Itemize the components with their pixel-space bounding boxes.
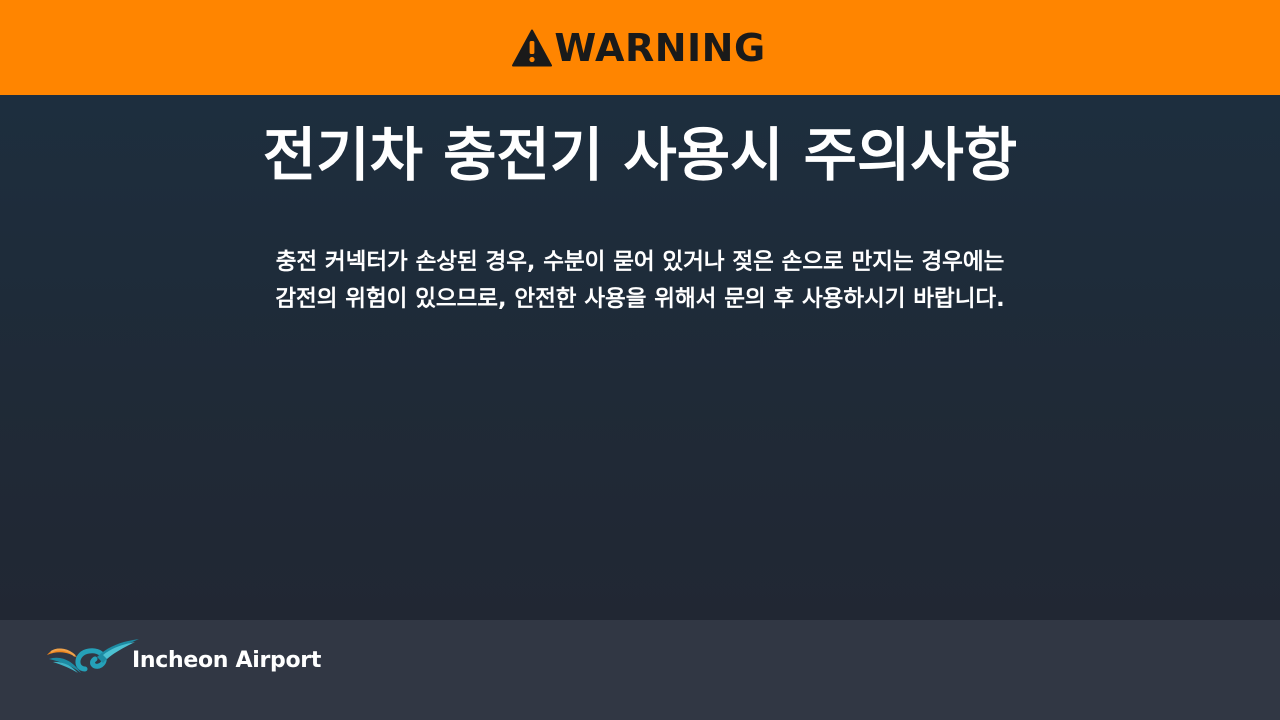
incheon-airport-logo-icon	[47, 639, 139, 673]
notice-body: 충전 커넥터가 손상된 경우, 수분이 묻어 있거나 젖은 손으로 만지는 경우…	[0, 244, 1280, 318]
warning-triangle-icon	[512, 29, 553, 66]
incheon-airport-logo: Incheon Airport	[45, 635, 321, 679]
warning-label: WARNING	[554, 25, 766, 70]
footer-bar: Incheon Airport	[0, 620, 1280, 720]
notice-title: 전기차 충전기 사용시 주의사항	[262, 121, 1018, 189]
notice-body-line: 감전의 위험이 있으므로, 안전한 사용을 위해서 문의 후 사용하시기 바랍니…	[275, 286, 1005, 312]
warning-banner: WARNING	[0, 0, 1280, 95]
notice-body-line: 충전 커넥터가 손상된 경우, 수분이 묻어 있거나 젖은 손으로 만지는 경우…	[275, 249, 1005, 275]
warning-heading: WARNING	[512, 29, 765, 67]
signage-screen: WARNING 전기차 충전기 사용시 주의사항 충전 커넥터가 손상된 경우,…	[0, 0, 1280, 720]
logo-wordmark: Incheon Airport	[132, 647, 322, 673]
